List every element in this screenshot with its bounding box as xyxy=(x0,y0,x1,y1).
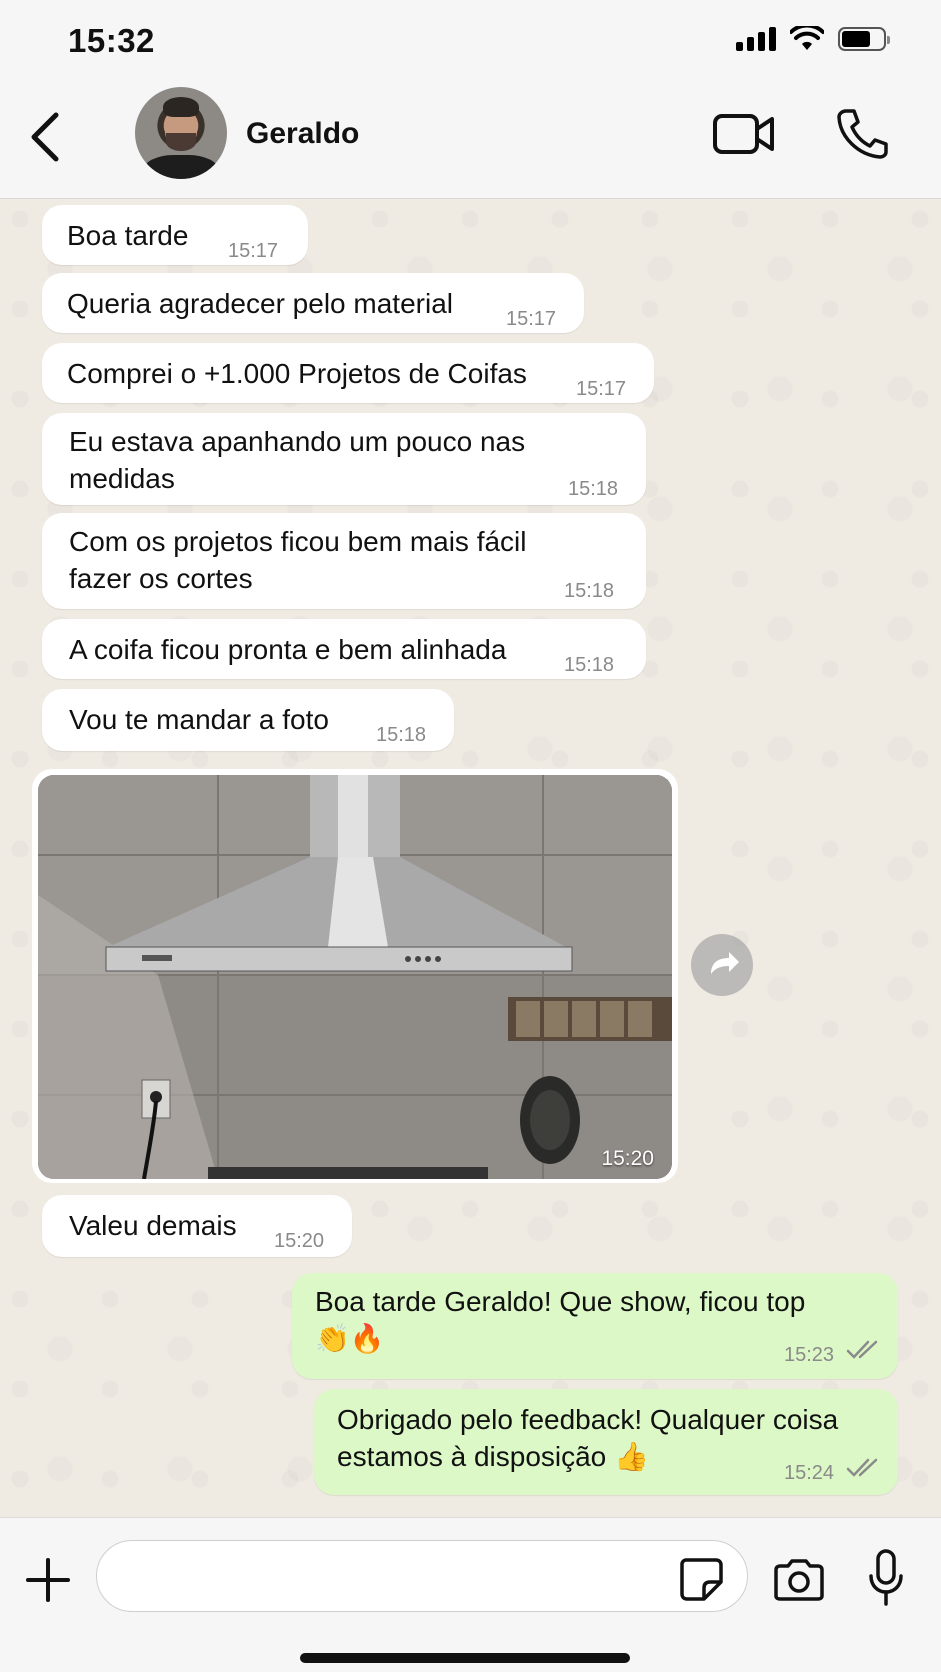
status-icons xyxy=(736,26,890,52)
message-bubble-incoming[interactable]: Queria agradecer pelo material 15:17 xyxy=(42,273,584,333)
message-time: 15:18 xyxy=(376,724,427,746)
message-bubble-outgoing[interactable]: Obrigado pelo feedback! Qualquer coisa es… xyxy=(314,1389,898,1495)
message-time: 15:24 xyxy=(784,1462,835,1484)
forward-button[interactable] xyxy=(691,934,753,996)
microphone-button[interactable] xyxy=(866,1548,906,1608)
sticker-button[interactable] xyxy=(678,1556,724,1602)
message-time: 15:20 xyxy=(274,1230,325,1252)
forward-arrow-icon xyxy=(711,952,739,974)
message-text: Valeu demais xyxy=(69,1210,237,1241)
message-text: Comprei o +1.000 Projetos de Coifas xyxy=(67,358,527,389)
back-button[interactable] xyxy=(26,107,66,167)
message-text: Queria agradecer pelo material xyxy=(67,288,453,319)
range-hood-photo[interactable]: 15:20 xyxy=(38,775,672,1179)
message-time: 15:18 xyxy=(564,654,615,676)
message-time: 15:18 xyxy=(568,478,619,500)
read-ticks-icon xyxy=(846,1340,878,1359)
chat-header: Geraldo xyxy=(0,85,941,199)
message-bubble-incoming[interactable]: A coifa ficou pronta e bem alinhada 15:1… xyxy=(42,619,646,679)
read-ticks-icon xyxy=(846,1458,878,1477)
message-bubble-incoming[interactable]: Boa tarde 15:17 xyxy=(42,205,308,265)
sticker-icon xyxy=(680,1558,723,1601)
battery-icon xyxy=(838,27,890,51)
message-bubble-incoming[interactable]: Valeu demais 15:20 xyxy=(42,1195,352,1257)
photo-image xyxy=(38,775,672,1179)
plus-icon xyxy=(26,1558,70,1602)
contact-avatar[interactable] xyxy=(135,87,227,179)
message-text: A coifa ficou pronta e bem alinhada xyxy=(69,634,507,665)
wifi-icon xyxy=(790,26,824,50)
message-text: Obrigado pelo feedback! Qualquer coisa es… xyxy=(337,1404,839,1472)
message-input[interactable] xyxy=(96,1540,748,1612)
message-text: Com os projetos ficou bem mais fácil faze… xyxy=(69,526,527,594)
message-text: Boa tarde Geraldo! Que show, ficou top 👏🔥 xyxy=(315,1286,806,1354)
message-time: 15:18 xyxy=(564,580,615,602)
message-list[interactable]: Boa tarde 15:17 Queria agradecer pelo ma… xyxy=(0,199,941,1517)
photo-time: 15:20 xyxy=(601,1147,654,1170)
status-time: 15:32 xyxy=(68,22,155,59)
message-text: Boa tarde xyxy=(67,220,189,251)
message-text: Eu estava apanhando um pouco nas medidas xyxy=(69,426,526,494)
attach-button[interactable] xyxy=(26,1558,70,1602)
home-indicator xyxy=(300,1653,630,1663)
microphone-icon xyxy=(869,1549,903,1606)
photo-message[interactable]: 15:20 xyxy=(32,769,678,1183)
message-time: 15:17 xyxy=(576,378,627,400)
phone-icon xyxy=(837,109,888,159)
camera-button[interactable] xyxy=(772,1558,826,1602)
chevron-left-icon xyxy=(31,112,59,162)
camera-icon xyxy=(774,1559,824,1601)
cellular-signal-icon xyxy=(736,27,776,51)
status-bar: 15:32 xyxy=(0,0,941,85)
video-camera-icon xyxy=(713,114,774,154)
message-time: 15:17 xyxy=(228,240,279,262)
message-bubble-incoming[interactable]: Eu estava apanhando um pouco nas medidas … xyxy=(42,413,646,505)
message-time: 15:17 xyxy=(506,308,557,330)
message-bubble-incoming[interactable]: Vou te mandar a foto 15:18 xyxy=(42,689,454,751)
contact-name[interactable]: Geraldo xyxy=(246,117,359,151)
video-call-button[interactable] xyxy=(712,111,776,157)
message-text: Vou te mandar a foto xyxy=(69,704,329,735)
message-bubble-outgoing[interactable]: Boa tarde Geraldo! Que show, ficou top 👏🔥… xyxy=(292,1273,898,1379)
message-bubble-incoming[interactable]: Comprei o +1.000 Projetos de Coifas 15:1… xyxy=(42,343,654,403)
message-input-bar xyxy=(0,1517,941,1672)
voice-call-button[interactable] xyxy=(834,107,890,159)
message-bubble-incoming[interactable]: Com os projetos ficou bem mais fácil faze… xyxy=(42,513,646,609)
message-time: 15:23 xyxy=(784,1344,835,1366)
